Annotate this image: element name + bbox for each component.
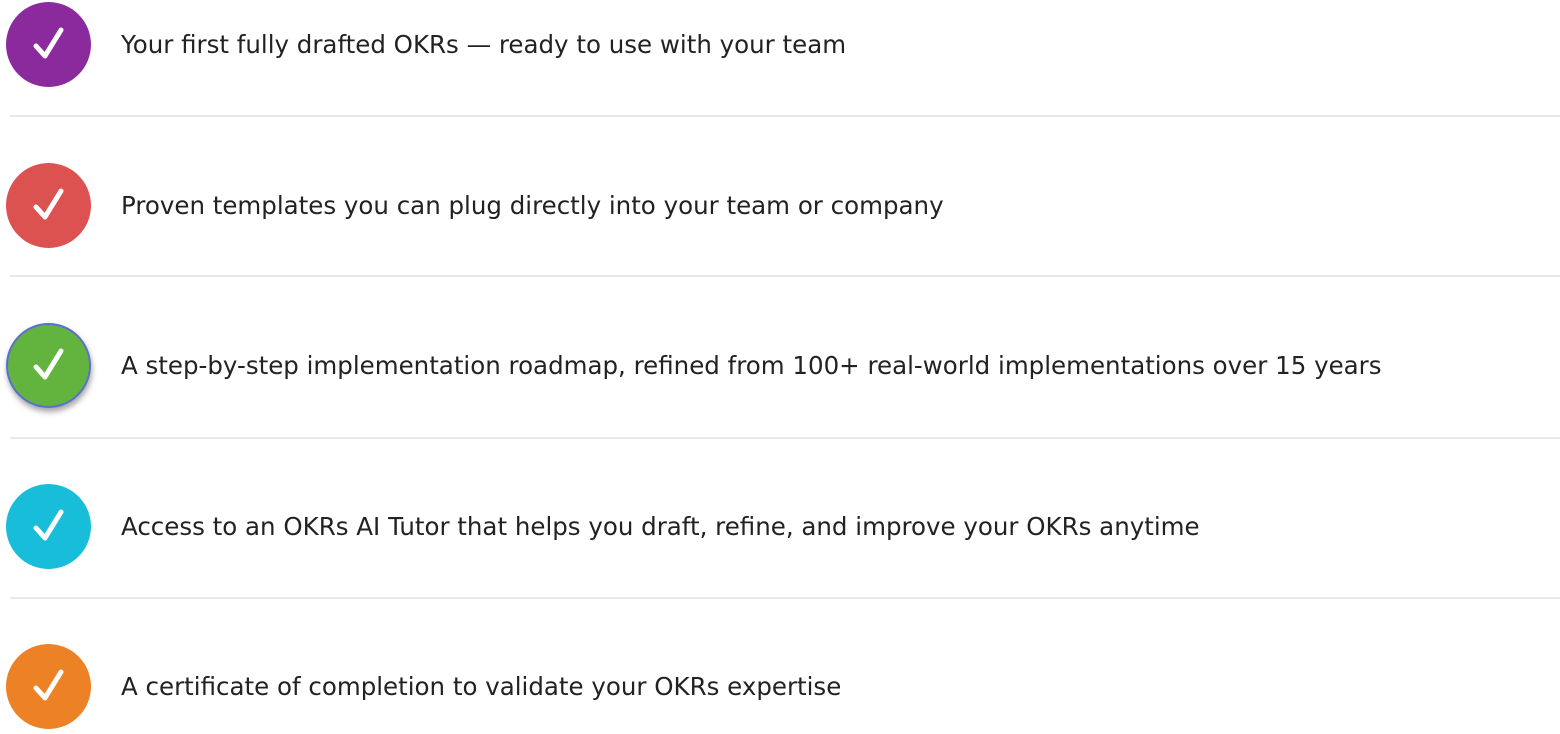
checkmark-icon (33, 669, 64, 701)
checkmark-icon (33, 509, 64, 541)
divider (10, 275, 1560, 277)
check-badge (6, 2, 91, 87)
benefit-item: Access to an OKRs AI Tutor that helps yo… (0, 484, 1560, 574)
check-badge (6, 644, 91, 729)
checkmark-icon (33, 188, 64, 220)
check-badge (6, 484, 91, 569)
check-badge (6, 163, 91, 248)
benefit-item: A step-by-step implementation roadmap, r… (0, 323, 1560, 413)
divider (10, 115, 1560, 117)
benefit-text: A certificate of completion to validate … (121, 672, 842, 701)
checkmark-icon (33, 27, 64, 59)
benefit-list: Your first fully drafted OKRs — ready to… (0, 0, 1560, 730)
benefit-item: Your first fully drafted OKRs — ready to… (0, 2, 1560, 92)
benefit-text: Access to an OKRs AI Tutor that helps yo… (121, 512, 1200, 541)
check-badge (6, 323, 91, 408)
benefit-item: A certificate of completion to validate … (0, 644, 1560, 734)
checkmark-icon (33, 348, 64, 380)
divider (10, 597, 1560, 599)
benefit-text: Your first fully drafted OKRs — ready to… (121, 30, 847, 59)
benefit-text: A step-by-step implementation roadmap, r… (121, 351, 1382, 380)
divider (10, 437, 1560, 439)
benefit-text: Proven templates you can plug directly i… (121, 191, 944, 220)
benefit-item: Proven templates you can plug directly i… (0, 163, 1560, 253)
